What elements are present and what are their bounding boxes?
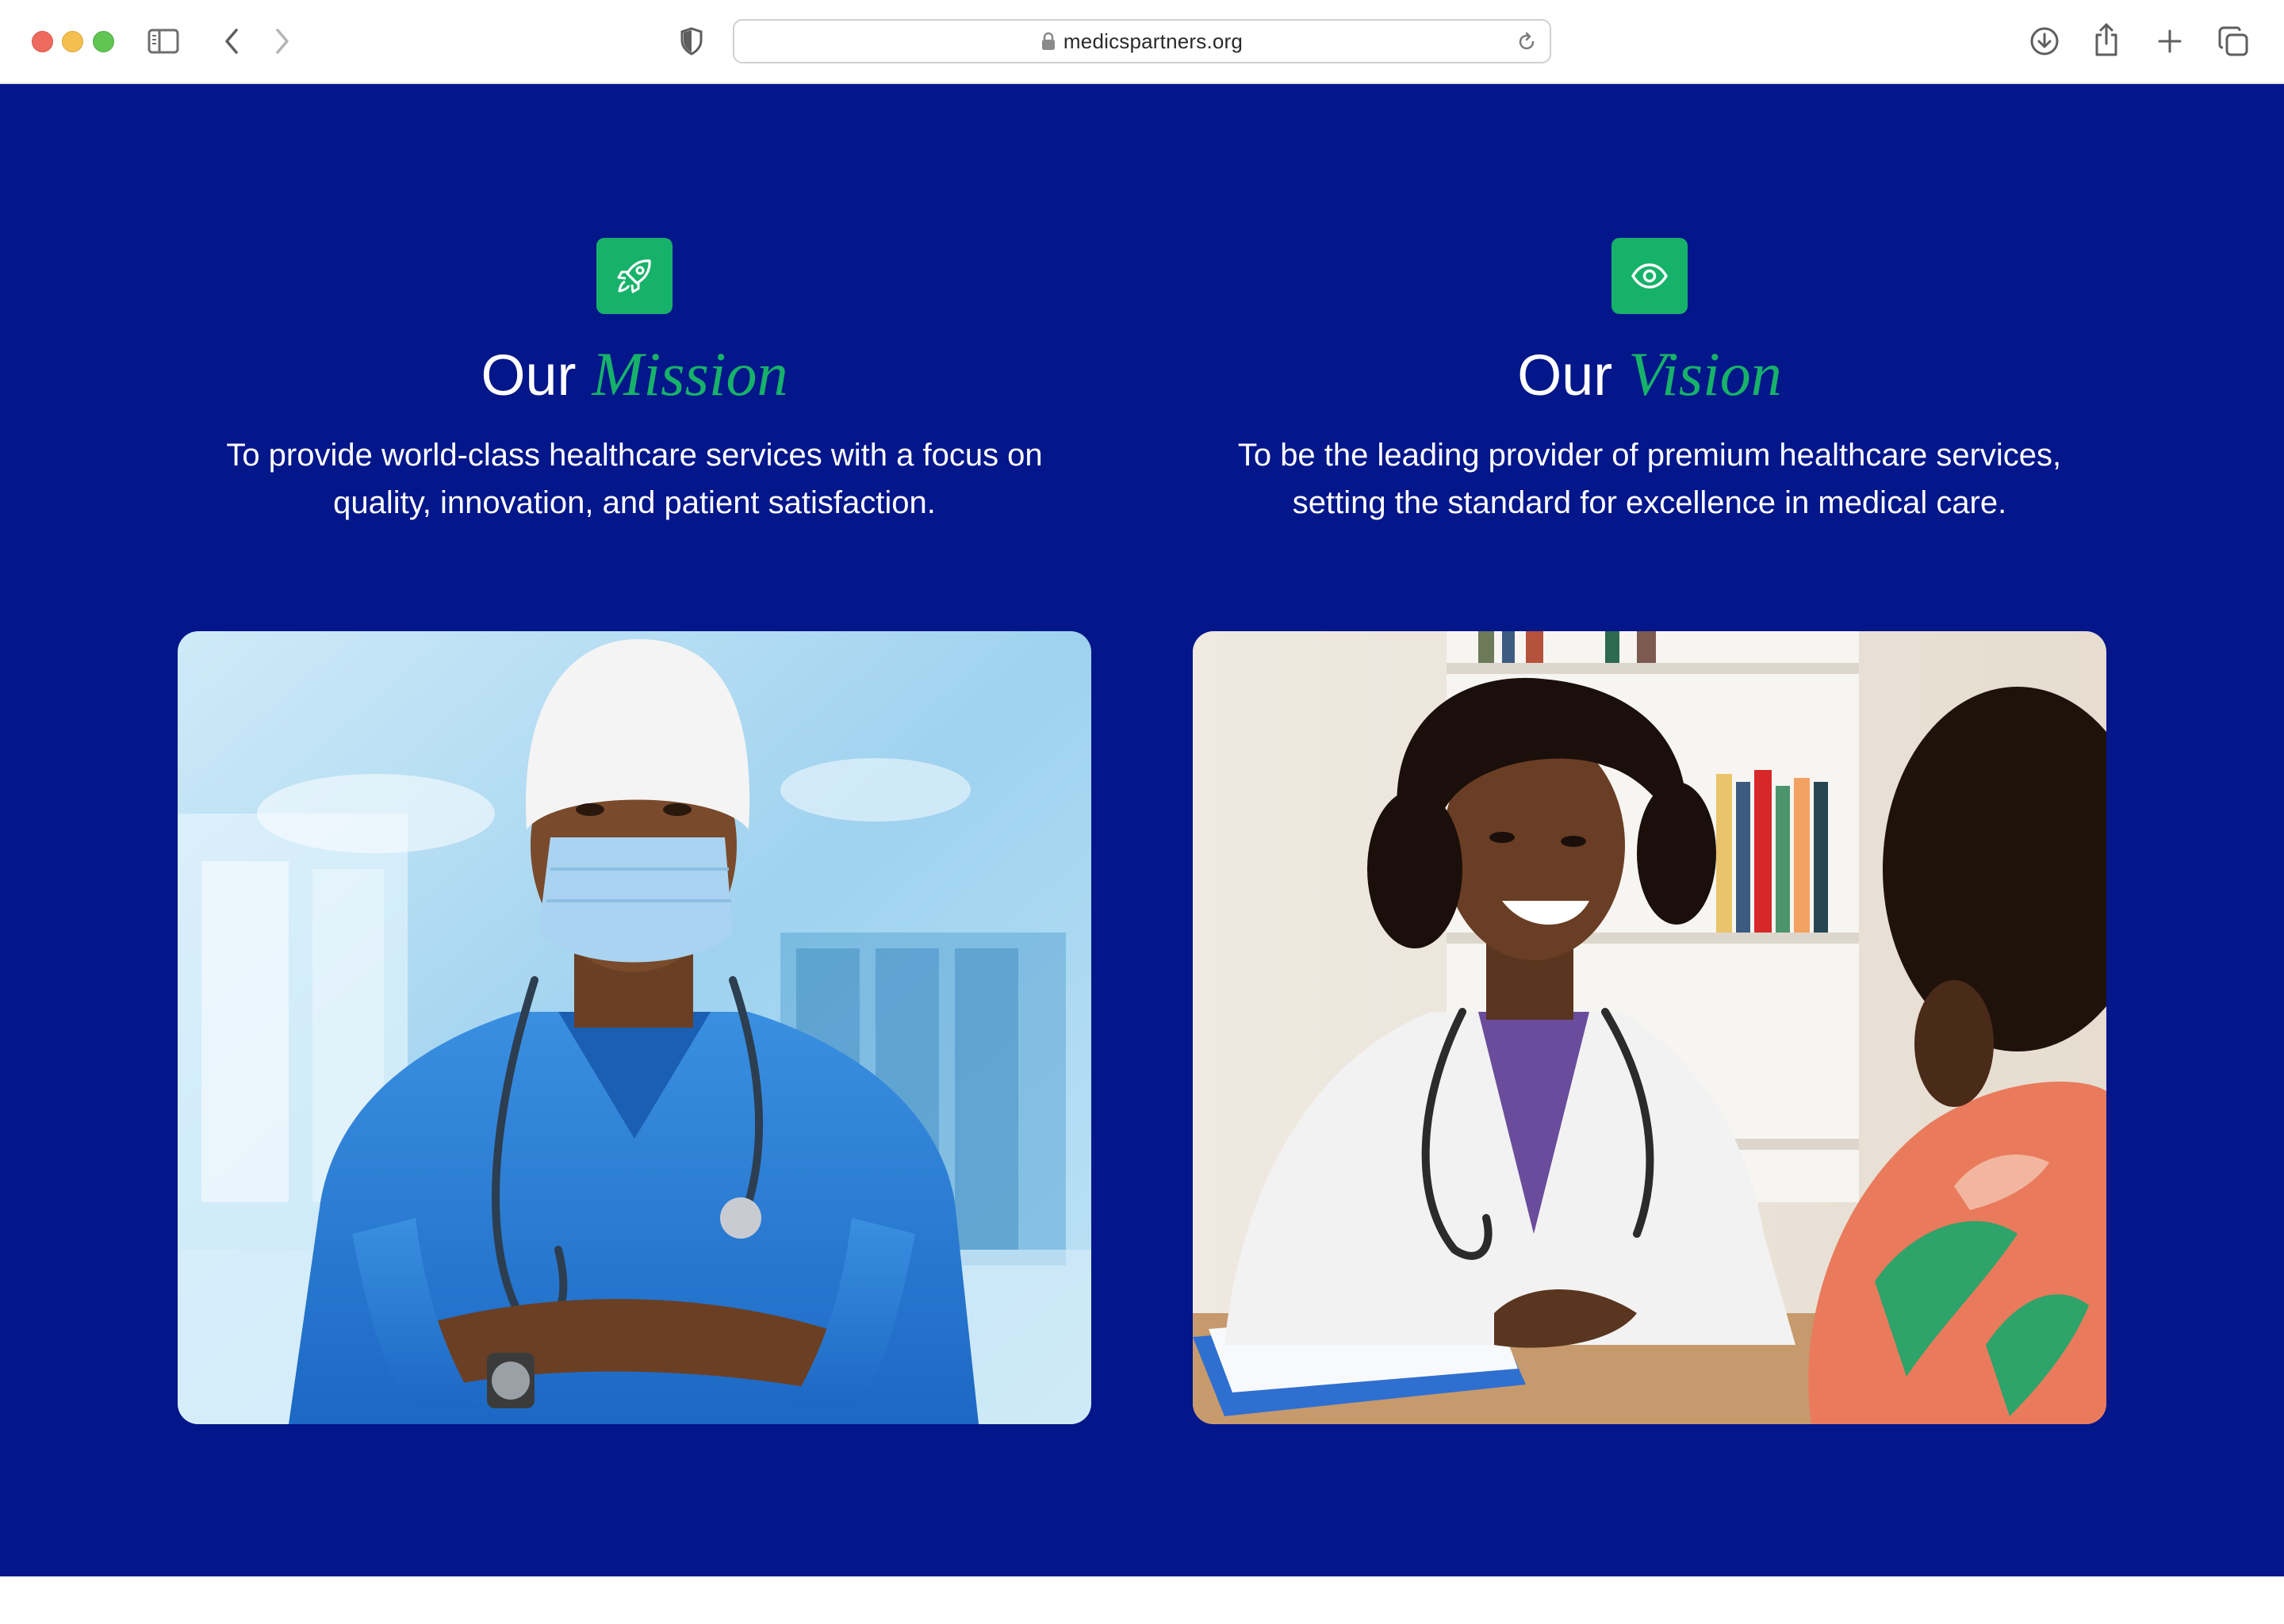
vision-icon-badge xyxy=(1611,238,1688,314)
eye-icon xyxy=(1631,263,1668,289)
forward-icon[interactable] xyxy=(270,25,295,57)
vision-heading-accent: Vision xyxy=(1628,339,1782,408)
address-bar[interactable]: medicspartners.org xyxy=(733,19,1551,63)
new-tab-icon[interactable] xyxy=(2154,25,2186,57)
back-icon[interactable] xyxy=(219,25,244,57)
tab-overview-icon[interactable] xyxy=(2216,24,2251,59)
vision-heading: Our Vision xyxy=(1193,335,2106,416)
surgeon-photo xyxy=(178,631,1091,1424)
share-icon[interactable] xyxy=(2090,21,2122,59)
sidebar-toggle-icon[interactable] xyxy=(146,27,181,56)
url-text: medicspartners.org xyxy=(1063,29,1244,53)
vision-description: To be the leading provider of premium he… xyxy=(1237,438,2062,520)
window-maximize-button[interactable] xyxy=(93,31,114,52)
vision-heading-prefix: Our xyxy=(1517,344,1613,408)
mission-description: To provide world-class healthcare servic… xyxy=(226,438,1043,520)
privacy-shield-icon[interactable] xyxy=(677,25,706,57)
rocket-icon xyxy=(617,259,651,293)
download-icon[interactable] xyxy=(2027,24,2062,59)
window-minimize-button[interactable] xyxy=(62,31,83,52)
mission-heading-accent: Mission xyxy=(592,339,788,408)
window-close-button[interactable] xyxy=(32,31,53,52)
mission-heading-prefix: Our xyxy=(481,344,577,408)
mission-vision-section: Our Mission To provide world-class healt… xyxy=(0,84,2284,1576)
lock-icon xyxy=(1041,32,1055,50)
mission-heading: Our Mission xyxy=(178,335,1091,416)
reload-icon[interactable] xyxy=(1515,30,1539,54)
doctor-consultation-photo xyxy=(1193,631,2106,1424)
mission-icon-badge xyxy=(596,238,673,314)
browser-toolbar: medicspartners.org xyxy=(0,0,2284,84)
